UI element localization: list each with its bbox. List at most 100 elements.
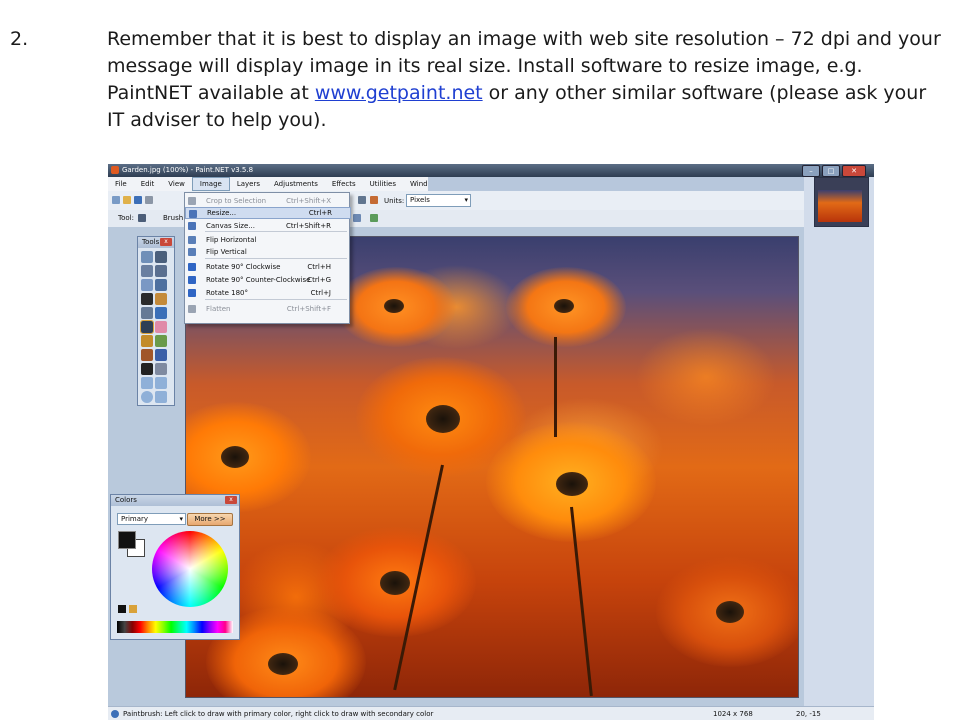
menu-utilities[interactable]: Utilities	[363, 177, 403, 191]
ellipse-icon[interactable]	[141, 391, 153, 403]
color-picker-icon[interactable]	[155, 335, 167, 347]
maximize-icon[interactable]: □	[822, 165, 840, 177]
pan-icon[interactable]	[155, 293, 167, 305]
brush-width-label: Brush	[163, 214, 184, 222]
gradient-icon[interactable]	[155, 307, 167, 319]
menu-adjustments[interactable]: Adjustments	[267, 177, 325, 191]
menu-effects[interactable]: Effects	[325, 177, 363, 191]
image-size-readout: 1024 x 768	[713, 710, 753, 718]
save-icon[interactable]	[134, 196, 142, 204]
menu-layers[interactable]: Layers	[230, 177, 267, 191]
more-colors-button[interactable]: More >>	[187, 513, 233, 526]
rounded-rectangle-icon[interactable]	[155, 377, 167, 389]
menu-item-rotate-90-clockwise[interactable]: Rotate 90° Clockwise Ctrl+H	[185, 261, 349, 273]
minimize-icon[interactable]: –	[802, 165, 820, 177]
menu-separator	[205, 258, 347, 259]
color-mode-select[interactable]: Primary ▾	[117, 513, 186, 525]
paint-bucket-icon[interactable]	[141, 307, 153, 319]
menu-item-rotate-90-counter-clockwise[interactable]: Rotate 90° Counter-Clockwise Ctrl+G	[185, 274, 349, 286]
print-icon[interactable]	[145, 196, 153, 204]
text-icon[interactable]	[141, 363, 153, 375]
flip-horizontal-icon	[188, 236, 196, 244]
menu-item-label: Resize...	[207, 209, 237, 217]
grid-icon[interactable]	[358, 196, 366, 204]
tools-panel-close-icon[interactable]: x	[160, 238, 172, 246]
recolor-icon[interactable]	[155, 349, 167, 361]
colors-panel: Colors x Primary ▾ More >>	[110, 494, 240, 640]
menu-item-flatten[interactable]: Flatten Ctrl+Shift+F	[185, 303, 349, 315]
flower-far-right	[656, 557, 798, 667]
color-wheel[interactable]	[152, 531, 228, 607]
rotate-90-clockwise-icon	[188, 263, 196, 271]
window-title: Garden.jpg (100%) - Paint.NET v3.5.8	[122, 166, 254, 174]
color-palette[interactable]	[117, 621, 233, 633]
open-icon[interactable]	[123, 196, 131, 204]
reset-colors-icon[interactable]	[118, 605, 126, 613]
chevron-down-icon: ▾	[179, 515, 183, 523]
move-selection-icon[interactable]	[155, 251, 167, 263]
flower-top-right	[506, 267, 626, 347]
menu-edit[interactable]: Edit	[134, 177, 162, 191]
move-selected-icon[interactable]	[155, 265, 167, 277]
menu-item-shortcut: Ctrl+Shift+F	[286, 305, 331, 313]
swap-colors-icon[interactable]	[129, 605, 137, 613]
instruction-paragraph: Remember that it is best to display an i…	[107, 26, 947, 134]
new-icon[interactable]	[112, 196, 120, 204]
menu-item-label: Flip Vertical	[206, 248, 247, 256]
rectangle-select-icon[interactable]	[141, 251, 153, 263]
antialias-icon[interactable]	[353, 214, 361, 222]
menu-item-shortcut: Ctrl+H	[307, 263, 331, 271]
getpaint-link[interactable]: www.getpaint.net	[315, 82, 483, 104]
paintnet-screenshot: Garden.jpg (100%) - Paint.NET v3.5.8 – □…	[108, 164, 874, 720]
close-icon[interactable]: ✕	[842, 165, 866, 177]
menu-item-shortcut: Ctrl+Shift+R	[286, 222, 331, 230]
ellipse-select-icon[interactable]	[141, 279, 153, 291]
rectangle-icon[interactable]	[141, 377, 153, 389]
pencil-icon[interactable]	[141, 335, 153, 347]
resize-icon	[189, 210, 197, 218]
units-select[interactable]: Pixels	[406, 194, 471, 207]
image-thumbnail[interactable]	[818, 190, 862, 222]
zoom-icon[interactable]	[155, 279, 167, 291]
tools-panel: Tools x	[137, 236, 175, 406]
image-menu-dropdown: Crop to Selection Ctrl+Shift+X Resize... Ct…	[184, 192, 351, 324]
flatten-icon	[188, 305, 196, 313]
menu-item-rotate-180[interactable]: Rotate 180° Ctrl+J	[185, 287, 349, 299]
menu-image[interactable]: Image	[191, 177, 230, 191]
ruler-icon[interactable]	[370, 196, 378, 204]
canvas-size-icon	[188, 222, 196, 230]
step-number: 2.	[10, 28, 29, 50]
menu-item-canvas-size[interactable]: Canvas Size... Ctrl+Shift+R	[185, 220, 349, 232]
lasso-select-icon[interactable]	[141, 265, 153, 277]
menu-item-flip-horizontal[interactable]: Flip Horizontal	[185, 234, 349, 246]
paintbrush-icon[interactable]	[140, 320, 154, 334]
colors-panel-header: Colors x	[111, 495, 239, 506]
menu-bar-background	[428, 177, 804, 191]
units-label: Units:	[384, 197, 405, 205]
status-hint: Paintbrush: Left click to draw with prim…	[123, 710, 434, 718]
crop-to-selection-icon	[188, 197, 196, 205]
tool-label: Tool:	[118, 214, 134, 222]
tools-panel-header: Tools x	[138, 237, 174, 248]
magic-wand-icon[interactable]	[141, 293, 153, 305]
flip-vertical-icon	[188, 248, 196, 256]
menu-item-label: Flip Horizontal	[206, 236, 257, 244]
line-curve-icon[interactable]	[155, 363, 167, 375]
menu-item-shortcut: Ctrl+Shift+X	[286, 197, 331, 205]
color-mode-select-value: Primary	[121, 515, 149, 523]
colors-panel-close-icon[interactable]: x	[225, 496, 237, 504]
menu-item-resize[interactable]: Resize... Ctrl+R	[185, 207, 351, 219]
menu-view[interactable]: View	[161, 177, 192, 191]
freeform-shape-icon[interactable]	[155, 391, 167, 403]
primary-color-swatch[interactable]	[118, 531, 136, 549]
tools-grid	[140, 251, 167, 403]
menu-file[interactable]: File	[108, 177, 134, 191]
clone-stamp-icon[interactable]	[141, 349, 153, 361]
eraser-icon[interactable]	[155, 321, 167, 333]
paintbrush-tool-icon[interactable]	[138, 214, 146, 222]
menu-item-label: Rotate 90° Counter-Clockwise	[206, 276, 311, 284]
menu-item-flip-vertical[interactable]: Flip Vertical	[185, 246, 349, 258]
menu-item-crop-to-selection[interactable]: Crop to Selection Ctrl+Shift+X	[185, 195, 349, 207]
menu-item-label: Crop to Selection	[206, 197, 267, 205]
blend-mode-icon[interactable]	[370, 214, 378, 222]
